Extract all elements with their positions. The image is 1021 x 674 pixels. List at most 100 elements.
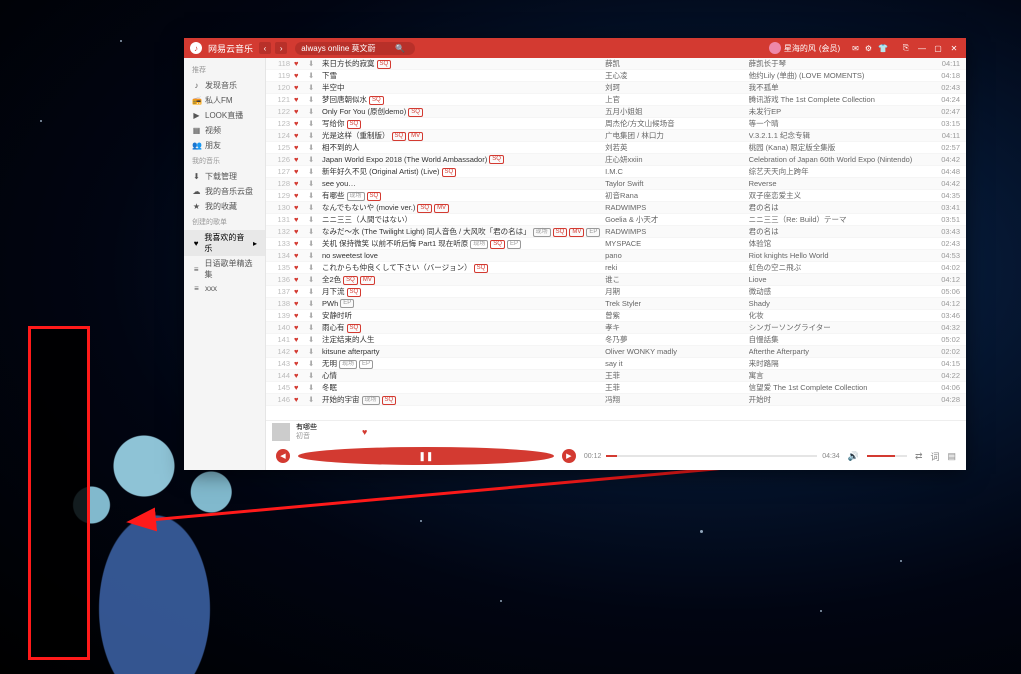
- nav-forward-button[interactable]: ›: [275, 42, 287, 54]
- track-row[interactable]: 140♥⬇雨心有SQ孝キシンガーソングライター04:32: [266, 322, 966, 334]
- shuffle-icon[interactable]: ⇄: [915, 451, 923, 462]
- track-row[interactable]: 130♥⬇なんでもないや (movie ver.)SQMVRADWIMPS君の名…: [266, 202, 966, 214]
- track-row[interactable]: 129♥⬇有哪些现场SQ初音Rana双子座恋爱主义04:35: [266, 190, 966, 202]
- heart-icon[interactable]: ♥: [294, 179, 304, 188]
- track-row[interactable]: 141♥⬇注定结束的人生冬乃夢自慢話集05:02: [266, 334, 966, 346]
- now-playing-cover[interactable]: [272, 423, 290, 441]
- heart-icon[interactable]: ♥: [294, 371, 304, 380]
- download-icon[interactable]: ⬇: [308, 215, 318, 224]
- search-box[interactable]: 🔍: [295, 42, 415, 55]
- heart-icon[interactable]: ♥: [294, 83, 304, 92]
- heart-icon[interactable]: ♥: [294, 263, 304, 272]
- heart-icon[interactable]: ♥: [294, 287, 304, 296]
- heart-icon[interactable]: ♥: [294, 383, 304, 392]
- download-icon[interactable]: ⬇: [308, 335, 318, 344]
- heart-icon[interactable]: ♥: [294, 359, 304, 368]
- close-button[interactable]: ✕: [948, 42, 960, 54]
- download-icon[interactable]: ⬇: [308, 155, 318, 164]
- next-button[interactable]: ▶: [562, 449, 576, 463]
- sidebar-item[interactable]: ▶LOOK直播: [184, 108, 265, 123]
- heart-icon[interactable]: ♥: [294, 395, 304, 404]
- playlist-icon[interactable]: ▤: [948, 451, 957, 462]
- track-row[interactable]: 133♥⬇关机 保持微笑 以前不听后悔 Part1 现在听原现场SQEPMYSP…: [266, 238, 966, 250]
- download-icon[interactable]: ⬇: [308, 83, 318, 92]
- nav-back-button[interactable]: ‹: [259, 42, 271, 54]
- track-row[interactable]: 131♥⬇ニニ三三（人間ではない）Goelia & 小天才ニニ三三（Re: Bu…: [266, 214, 966, 226]
- mini-mode-button[interactable]: ⎘: [900, 42, 912, 54]
- track-row[interactable]: 136♥⬇全2色SQMV谁こLiove04:12: [266, 274, 966, 286]
- volume-icon[interactable]: 🔊: [848, 451, 859, 462]
- download-icon[interactable]: ⬇: [308, 227, 318, 236]
- track-row[interactable]: 139♥⬇安静时听曾紫化妆03:46: [266, 310, 966, 322]
- download-icon[interactable]: ⬇: [308, 323, 318, 332]
- download-icon[interactable]: ⬇: [308, 299, 318, 308]
- download-icon[interactable]: ⬇: [308, 263, 318, 272]
- track-row[interactable]: 125♥⬇相不到的人刘若英桃园 (Kana) 限定版全集版02:57: [266, 142, 966, 154]
- heart-icon[interactable]: ♥: [294, 143, 304, 152]
- download-icon[interactable]: ⬇: [308, 359, 318, 368]
- now-playing-heart-icon[interactable]: ♥: [362, 427, 367, 437]
- download-icon[interactable]: ⬇: [308, 383, 318, 392]
- track-row[interactable]: 128♥⬇see you…Taylor SwiftReverse04:42: [266, 178, 966, 190]
- download-icon[interactable]: ⬇: [308, 71, 318, 80]
- track-row[interactable]: 124♥⬇光是这样（重制版）SQMV广电集团 / 林口力V.3.2.1.1 纪念…: [266, 130, 966, 142]
- sidebar-item[interactable]: ≡日语歌单精选集: [184, 256, 265, 282]
- heart-icon[interactable]: ♥: [294, 155, 304, 164]
- sidebar-item[interactable]: 👥朋友: [184, 138, 265, 153]
- track-list[interactable]: 118♥⬇来日方长的寂寞SQ薛凯薛凯长于琴04:11119♥⬇下雪王心凌他约Li…: [266, 58, 966, 420]
- download-icon[interactable]: ⬇: [308, 311, 318, 320]
- sidebar-item[interactable]: ★我的收藏: [184, 199, 265, 214]
- track-row[interactable]: 127♥⬇新年好久不见 (Original Artist) (Live)SQI.…: [266, 166, 966, 178]
- heart-icon[interactable]: ♥: [294, 59, 304, 68]
- download-icon[interactable]: ⬇: [308, 395, 318, 404]
- volume-slider[interactable]: [867, 455, 907, 457]
- heart-icon[interactable]: ♥: [294, 191, 304, 200]
- heart-icon[interactable]: ♥: [294, 203, 304, 212]
- download-icon[interactable]: ⬇: [308, 131, 318, 140]
- heart-icon[interactable]: ♥: [294, 323, 304, 332]
- heart-icon[interactable]: ♥: [294, 335, 304, 344]
- heart-icon[interactable]: ♥: [294, 95, 304, 104]
- heart-icon[interactable]: ♥: [294, 119, 304, 128]
- search-input[interactable]: [301, 44, 391, 53]
- heart-icon[interactable]: ♥: [294, 107, 304, 116]
- track-row[interactable]: 137♥⬇月下流SQ月期微动感05:06: [266, 286, 966, 298]
- track-row[interactable]: 122♥⬇Only For You (原创demo)SQ五月小姐姐未发行EP02…: [266, 106, 966, 118]
- progress-bar[interactable]: [606, 455, 817, 457]
- download-icon[interactable]: ⬇: [308, 95, 318, 104]
- heart-icon[interactable]: ♥: [294, 239, 304, 248]
- track-row[interactable]: 134♥⬇no sweetest lovepanoRiot knights He…: [266, 250, 966, 262]
- download-icon[interactable]: ⬇: [308, 167, 318, 176]
- sidebar-item[interactable]: ♪发现音乐: [184, 78, 265, 93]
- download-icon[interactable]: ⬇: [308, 191, 318, 200]
- track-row[interactable]: 145♥⬇冬眠王菲信望爱 The 1st Complete Collection…: [266, 382, 966, 394]
- track-row[interactable]: 118♥⬇来日方长的寂寞SQ薛凯薛凯长于琴04:11: [266, 58, 966, 70]
- heart-icon[interactable]: ♥: [294, 251, 304, 260]
- heart-icon[interactable]: ♥: [294, 131, 304, 140]
- download-icon[interactable]: ⬇: [308, 203, 318, 212]
- download-icon[interactable]: ⬇: [308, 143, 318, 152]
- download-icon[interactable]: ⬇: [308, 287, 318, 296]
- track-row[interactable]: 120♥⬇半空中刘珂我不孤单02:43: [266, 82, 966, 94]
- download-icon[interactable]: ⬇: [308, 239, 318, 248]
- heart-icon[interactable]: ♥: [294, 311, 304, 320]
- download-icon[interactable]: ⬇: [308, 275, 318, 284]
- sidebar-item[interactable]: ♥我喜欢的音乐▸: [184, 230, 265, 256]
- track-row[interactable]: 146♥⬇开始的宇宙现场SQ冯翔开始时04:28: [266, 394, 966, 406]
- sidebar-item[interactable]: ⬇下载管理: [184, 169, 265, 184]
- lyrics-icon[interactable]: 词: [930, 450, 939, 463]
- mail-icon[interactable]: ✉: [852, 44, 859, 53]
- track-row[interactable]: 143♥⬇无明现场EPsay it来时路隔04:15: [266, 358, 966, 370]
- track-row[interactable]: 144♥⬇心情王菲寓言04:22: [266, 370, 966, 382]
- play-pause-button[interactable]: ❚❚: [298, 447, 554, 465]
- skin-icon[interactable]: 👕: [878, 44, 888, 53]
- download-icon[interactable]: ⬇: [308, 107, 318, 116]
- sidebar-item[interactable]: ≡xxx: [184, 282, 265, 295]
- sidebar-item[interactable]: 📻私人FM: [184, 93, 265, 108]
- maximize-button[interactable]: ▢: [932, 42, 944, 54]
- heart-icon[interactable]: ♥: [294, 215, 304, 224]
- track-row[interactable]: 135♥⬇これからも仲良くして下さい（バージョン）SQreki虹色の空ニ飛ぶ04…: [266, 262, 966, 274]
- sidebar-item[interactable]: ☁我的音乐云盘: [184, 184, 265, 199]
- download-icon[interactable]: ⬇: [308, 371, 318, 380]
- heart-icon[interactable]: ♥: [294, 227, 304, 236]
